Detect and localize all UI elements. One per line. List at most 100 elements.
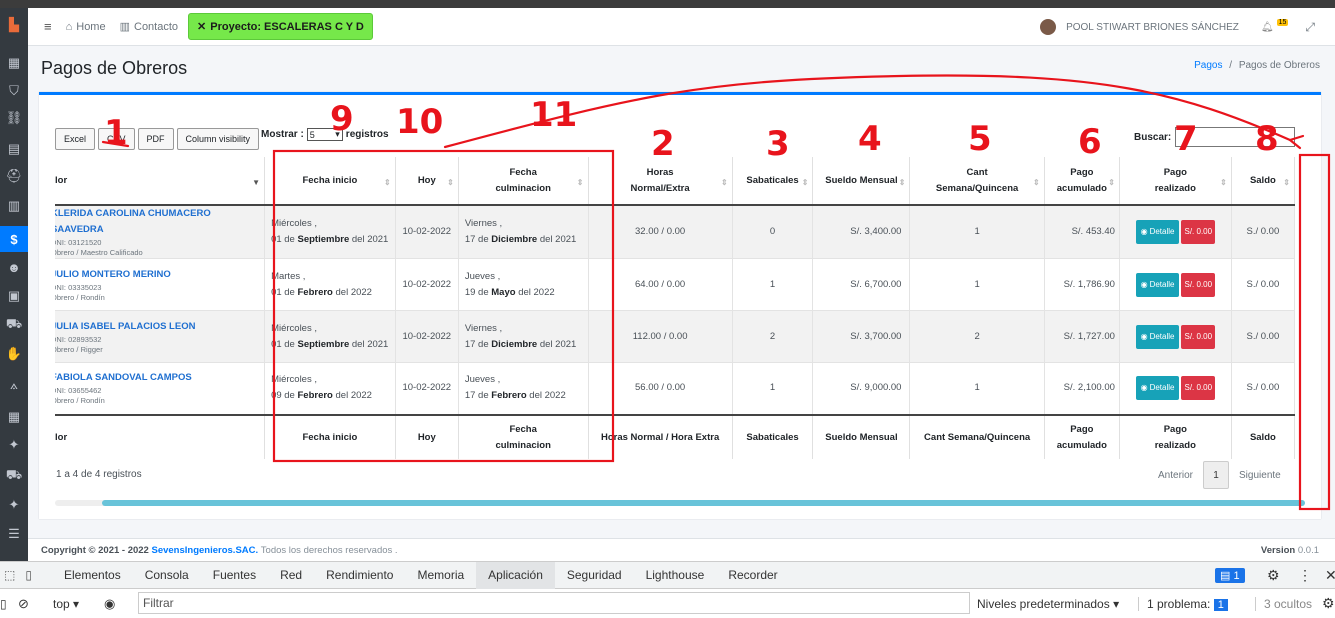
search-input[interactable] xyxy=(1175,127,1296,147)
breadcrumb-link-pagos[interactable]: Pagos xyxy=(1194,60,1222,71)
col-saldo[interactable]: Saldo ⇕ xyxy=(1231,157,1296,206)
sidebar-toggle-icon[interactable]: ▯ xyxy=(0,597,7,611)
devtools-tab[interactable]: Recorder xyxy=(716,562,789,589)
pago-button[interactable]: S/. 0.00 xyxy=(1181,272,1216,297)
worker-name-link[interactable]: JULIO MONTERO MERINO xyxy=(55,267,258,283)
company-link[interactable]: SevensIngenieros.SAC. xyxy=(152,545,259,556)
truck-icon[interactable]: ⛟ xyxy=(0,465,28,487)
excel-button[interactable]: Excel xyxy=(55,128,96,150)
cart-icon[interactable]: ⛟ xyxy=(0,314,28,336)
list-icon[interactable]: ☰ xyxy=(0,523,28,545)
devtools-tab[interactable]: Memoria xyxy=(405,562,476,589)
more-icon[interactable]: ⋮ xyxy=(1298,567,1312,584)
hidden-count: 3 ocultos xyxy=(1255,596,1312,611)
worker-name-link[interactable]: FABIOLA SANDOVAL CAMPOS xyxy=(55,370,258,386)
context-value: top xyxy=(53,596,70,611)
devtools-tab[interactable]: Seguridad xyxy=(555,562,634,589)
clipboard-icon[interactable]: ▥ xyxy=(0,195,28,217)
context-select[interactable]: top ▾ xyxy=(53,597,79,611)
table-scroll-area[interactable]: lor ▼ Fecha inicio ⇕ Hoy ⇕ Fecha culminacio… xyxy=(55,157,1305,459)
nav-home[interactable]: ⌂ Home xyxy=(66,21,106,33)
fullscreen-icon[interactable]: ⤢ xyxy=(1305,20,1315,35)
toolbox-icon[interactable]: ▣ xyxy=(0,285,28,307)
col-saldo-label: Saldo xyxy=(1249,174,1276,186)
device-icon[interactable]: ▯ xyxy=(25,568,32,582)
devtools-tab[interactable]: Lighthouse xyxy=(634,562,717,589)
settings-icon[interactable]: ⚙ xyxy=(1267,567,1280,584)
page-length-select[interactable]: 5 ▾ xyxy=(306,128,343,141)
pago-button[interactable]: S/. 0.00 xyxy=(1181,220,1216,244)
pago-button[interactable]: S/. 0.00 xyxy=(1181,376,1216,401)
col-pago-realizado[interactable]: Pago realizado ⇕ xyxy=(1119,157,1232,206)
project-button[interactable]: ✕ Proyecto: ESCALERAS C Y D xyxy=(188,13,373,40)
foot-obrero: lor xyxy=(55,413,266,459)
problems-button[interactable]: 1 problema: 1 xyxy=(1138,596,1228,611)
bell-icon[interactable]: 🔔︎ xyxy=(1261,22,1274,33)
csv-button[interactable]: CSV xyxy=(98,128,135,150)
worker-name-link[interactable]: JULIA ISABEL PALACIOS LEON xyxy=(55,319,258,335)
col-pago-real-label: Pago realizado xyxy=(1154,166,1196,194)
col-horas[interactable]: Horas Normal/Extra ⇕ xyxy=(588,157,733,206)
pager-prev[interactable]: Anterior xyxy=(1158,470,1193,481)
devtools-tab[interactable]: Red xyxy=(268,562,314,589)
eye-icon[interactable]: ◉ xyxy=(104,596,115,612)
levels-select[interactable]: Niveles predeterminados ▾ xyxy=(977,597,1119,611)
devtools-tabs: Elementos Consola Fuentes Red Rendimiento Mem… xyxy=(52,561,790,589)
users-icon[interactable]: ☻ xyxy=(0,256,28,278)
helmet-icon[interactable]: ⛑ xyxy=(0,165,28,187)
brand-logo-icon[interactable]: ▙ xyxy=(0,14,28,36)
dollar-icon[interactable]: $ xyxy=(0,226,28,252)
cell-obrero: FABIOLA SANDOVAL CAMPOS DNI: 03655462 Obre… xyxy=(55,362,266,415)
hands-icon[interactable]: ✦ xyxy=(0,434,28,456)
user-name[interactable]: POOL STIWART BRIONES SÁNCHEZ xyxy=(1066,22,1239,33)
devtools-tab[interactable]: Fuentes xyxy=(201,562,268,589)
col-sueldo[interactable]: Sueldo Mensual ⇕ xyxy=(812,157,911,206)
detalle-button[interactable]: ◉ Detalle xyxy=(1135,220,1180,244)
detalle-button[interactable]: ◉ Detalle xyxy=(1135,272,1180,297)
grid-icon[interactable]: ▦ xyxy=(0,52,28,74)
worker-name-link[interactable]: KLERIDA CAROLINA CHUMACERO SAAVEDRA xyxy=(55,206,258,238)
clear-icon[interactable]: ⊘ xyxy=(18,596,29,612)
detalle-button[interactable]: ◉ Detalle xyxy=(1135,376,1180,401)
tripod-icon[interactable]: ⟑ xyxy=(0,374,28,396)
shield-icon[interactable]: ⛉ xyxy=(0,80,28,102)
pago-button[interactable]: S/. 0.00 xyxy=(1181,324,1216,349)
hamburger-icon[interactable]: ≡ xyxy=(44,19,52,34)
col-obrero[interactable]: lor ▼ xyxy=(55,157,266,206)
tools-icon: ✕ xyxy=(197,21,207,33)
filter-input[interactable]: Filtrar xyxy=(138,592,970,614)
table-row: FABIOLA SANDOVAL CAMPOS DNI: 03655462 Obre… xyxy=(55,362,1296,415)
close-icon[interactable]: ✕ xyxy=(1325,567,1335,584)
column-visibility-button[interactable]: Column visibility xyxy=(176,128,260,150)
sitemap-icon[interactable]: ⛓ xyxy=(0,107,28,129)
calendar-icon[interactable]: ▦ xyxy=(0,406,28,428)
cell-sabaticales: 1 xyxy=(732,362,814,415)
pager-next[interactable]: Siguiente xyxy=(1239,470,1281,481)
pager-page-1[interactable]: 1 xyxy=(1203,461,1230,489)
avatar[interactable] xyxy=(1040,19,1057,35)
devtools-tab[interactable]: Rendimiento xyxy=(314,562,405,589)
devtools-tab[interactable]: Consola xyxy=(133,562,201,589)
col-pago-acumulado[interactable]: Pago acumulado ⇕ xyxy=(1044,157,1120,206)
pdf-button[interactable]: PDF xyxy=(137,128,174,150)
issues-badge[interactable]: ▤ 1 xyxy=(1215,567,1245,583)
col-sabaticales[interactable]: Sabaticales ⇕ xyxy=(732,157,814,206)
col-hoy[interactable]: Hoy ⇕ xyxy=(395,157,459,206)
devtools-tab[interactable]: Aplicación xyxy=(476,561,555,589)
inspect-icon[interactable]: ⬚ xyxy=(4,568,15,582)
detalle-button[interactable]: ◉ Detalle xyxy=(1135,324,1180,349)
col-fecha-culminacion[interactable]: Fecha culminacion ⇕ xyxy=(458,157,589,206)
ini-day: Miércoles , xyxy=(271,322,317,334)
problems-count: 1 xyxy=(1213,598,1228,611)
col-cant[interactable]: Cant Semana/Quincena ⇕ xyxy=(909,157,1045,206)
horizontal-scrollbar[interactable] xyxy=(55,500,1305,506)
hand-icon[interactable]: ✋ xyxy=(0,343,28,365)
console-settings-icon[interactable]: ⚙ xyxy=(1322,595,1335,612)
nav-contacto[interactable]: ▥ Contacto xyxy=(120,20,178,34)
ini-post: del 2022 xyxy=(335,390,372,402)
document-icon[interactable]: ▤ xyxy=(0,138,28,160)
devtools-tab[interactable]: Elementos xyxy=(52,562,133,589)
col-fecha-inicio[interactable]: Fecha inicio ⇕ xyxy=(264,157,396,206)
hands-2-icon[interactable]: ✦ xyxy=(0,494,28,516)
scrollbar-thumb[interactable] xyxy=(102,500,1305,506)
